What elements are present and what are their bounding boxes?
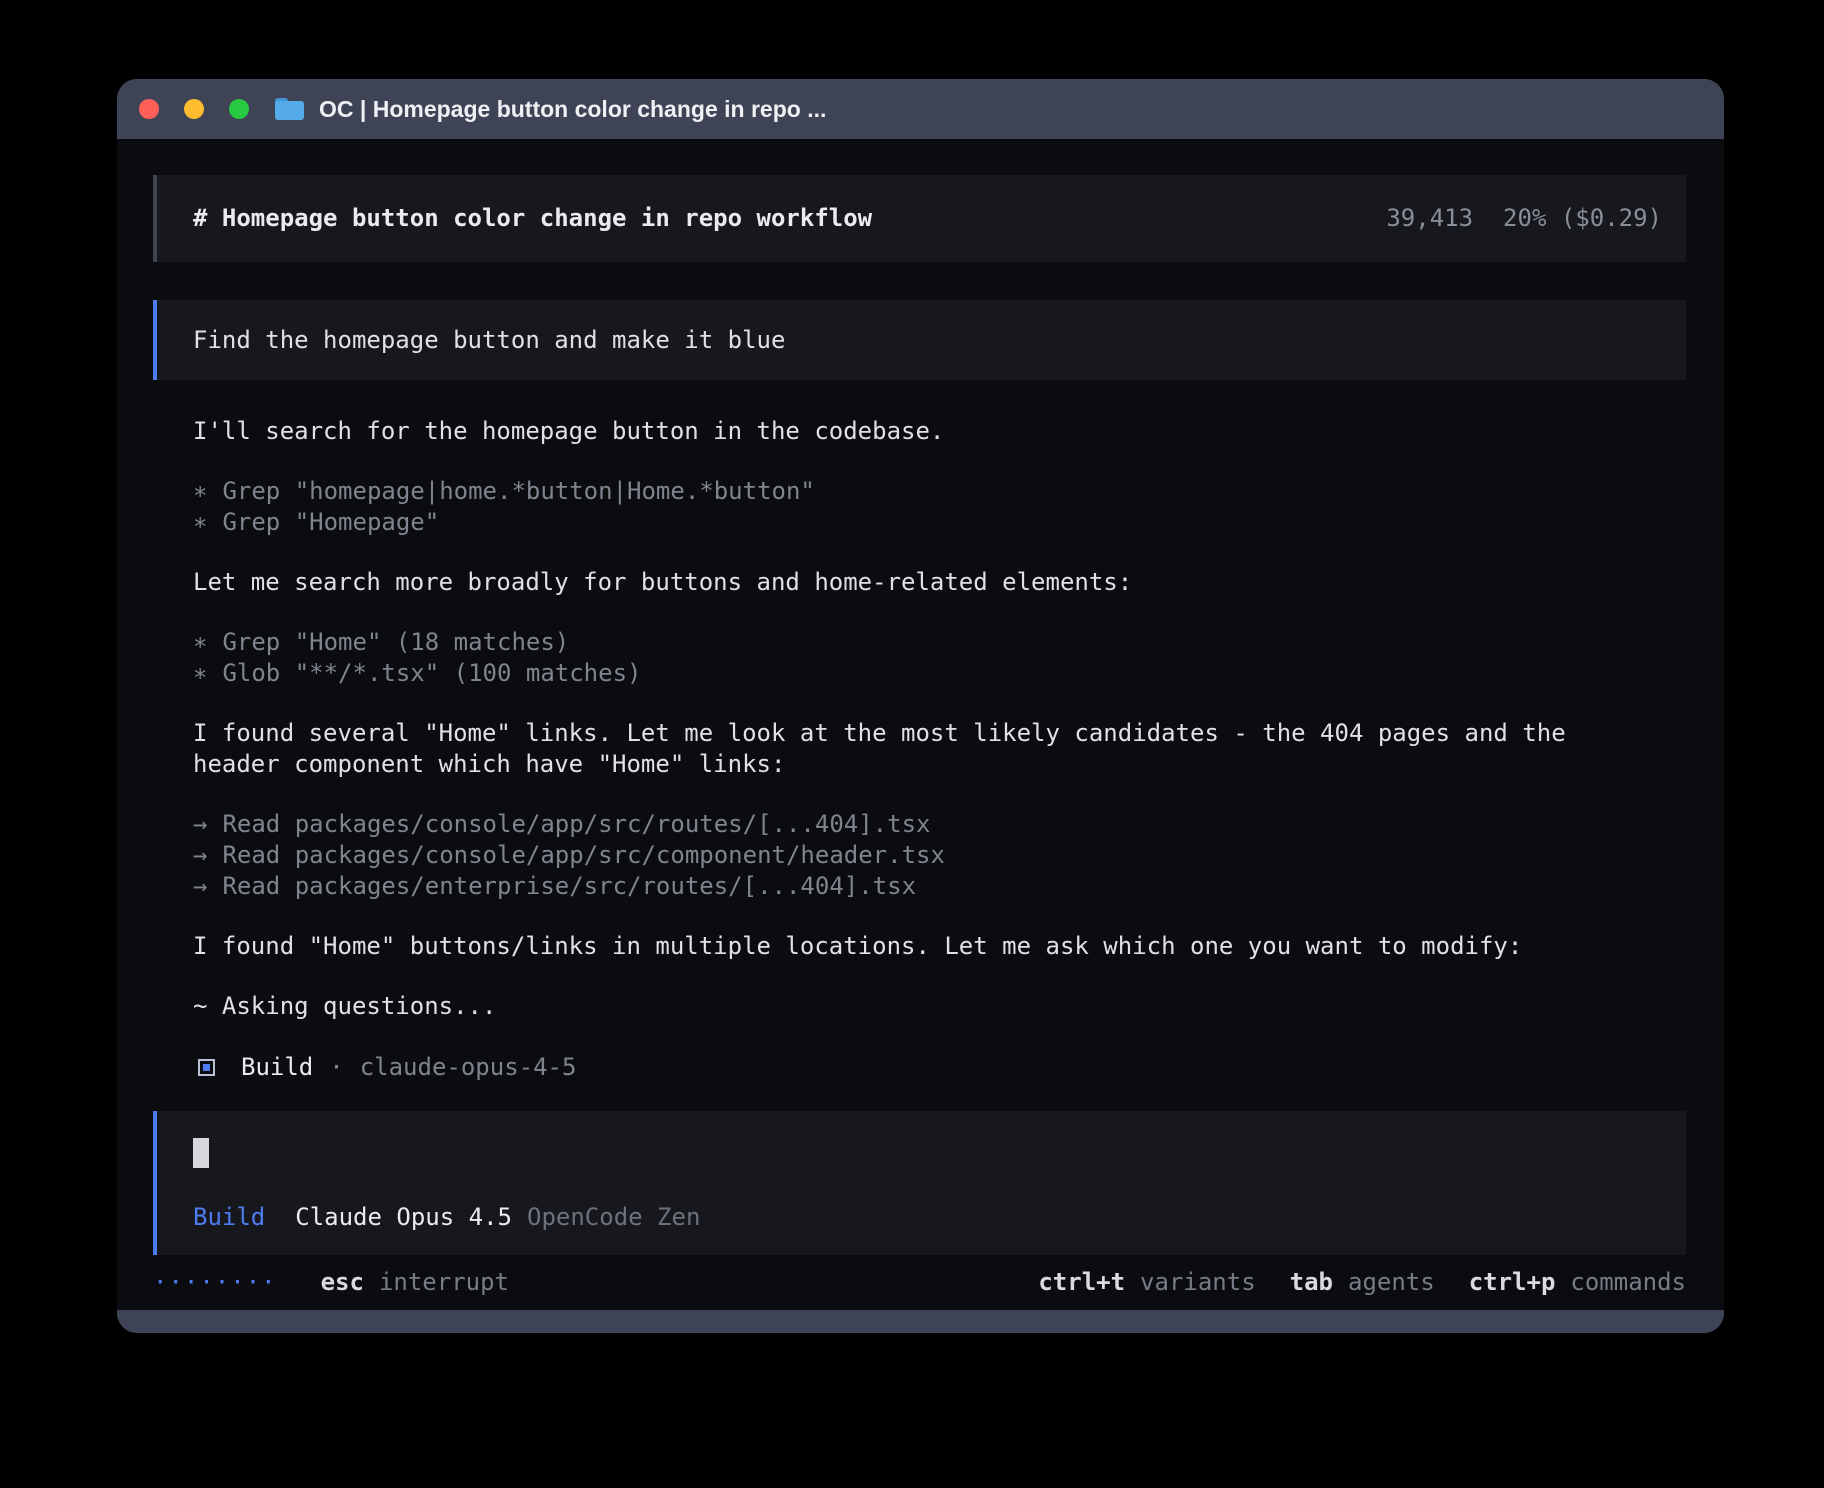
assistant-text: Let me search more broadly for buttons a… [153,567,1613,598]
shortcut-commands: ctrl+p commands [1469,1267,1686,1298]
esc-key-hint: esc [321,1267,364,1298]
context-cost: 20% ($0.29) [1503,203,1662,234]
tool-call-group: ∗ Grep "Home" (18 matches) ∗ Glob "**/*.ts… [153,627,1686,689]
tool-call-grep: ∗ Grep "homepage|home.*button|Home.*butto… [193,476,1686,507]
provider-name: OpenCode Zen [527,1202,700,1233]
tool-prefix: ∗ [193,477,207,505]
zoom-window-button[interactable] [229,99,249,119]
tool-prefix: ∗ [193,659,207,687]
session-stats: 39,413 20% ($0.29) [1386,203,1662,234]
input-line[interactable] [193,1137,1650,1168]
agent-name: Build [241,1052,313,1083]
spinner-dots: ········ [153,1267,277,1298]
tool-call-grep: ∗ Grep "Homepage" [193,507,1686,538]
tool-call-grep: ∗ Grep "Home" (18 matches) [193,627,1686,658]
arrow-icon: → [193,810,207,838]
shortcut-variants: ctrl+t variants [1038,1267,1255,1298]
window-title-area: OC | Homepage button color change in rep… [275,96,826,123]
status-bar-right: ctrl+t variants tab agents ctrl+p comman… [1038,1267,1686,1298]
assistant-intro-text: I'll search for the homepage button in t… [153,416,1613,447]
tool-call-label: Read packages/console/app/src/component/… [222,841,944,869]
input-status-row: Build Claude Opus 4.5 OpenCode Zen [193,1202,1650,1233]
tool-call-label: Read packages/enterprise/src/routes/[...… [222,872,916,900]
shortcut-agents: tab agents [1290,1267,1435,1298]
tool-call-label: Grep "homepage|home.*button|Home.*button… [222,477,814,505]
terminal-content: # Homepage button color change in repo w… [117,139,1724,1310]
tool-call-label: Grep "Home" (18 matches) [222,628,569,656]
tool-call-read: → Read packages/enterprise/src/routes/[..… [193,871,1686,902]
esc-key-label: interrupt [379,1267,509,1298]
status-bar: ········ esc interrupt ctrl+t variants t… [153,1267,1686,1298]
tool-call-glob: ∗ Glob "**/*.tsx" (100 matches) [193,658,1686,689]
user-message: Find the homepage button and make it blu… [153,300,1686,380]
window-title: OC | Homepage button color change in rep… [319,96,826,123]
tool-call-label: Glob "**/*.tsx" (100 matches) [222,659,641,687]
terminal-window: OC | Homepage button color change in rep… [117,79,1724,1333]
tool-call-read: → Read packages/console/app/src/routes/[.… [193,809,1686,840]
tool-call-label: Grep "Homepage" [222,508,439,536]
tool-call-label: Read packages/console/app/src/routes/[..… [222,810,930,838]
agent-build-icon [198,1059,215,1076]
token-count: 39,413 [1386,203,1473,234]
arrow-icon: → [193,841,207,869]
user-message-text: Find the homepage button and make it blu… [193,325,785,356]
window-controls [139,99,249,119]
tool-call-read: → Read packages/console/app/src/component… [193,840,1686,871]
session-header: # Homepage button color change in repo w… [153,175,1686,262]
shortcut-key: tab [1290,1267,1333,1298]
agent-mode-label[interactable]: Build [193,1202,265,1233]
tool-prefix: ∗ [193,628,207,656]
titlebar[interactable]: OC | Homepage button color change in rep… [117,79,1724,139]
tool-prefix: ∗ [193,508,207,536]
agent-model: claude-opus-4-5 [360,1052,577,1083]
tool-call-group: ∗ Grep "homepage|home.*button|Home.*butto… [153,476,1686,538]
model-name[interactable]: Claude Opus 4.5 [295,1202,512,1233]
close-window-button[interactable] [139,99,159,119]
shortcut-key: ctrl+p [1469,1267,1556,1298]
shortcut-label: agents [1348,1267,1435,1298]
folder-icon [275,98,304,120]
status-bar-left: ········ esc interrupt [153,1267,509,1298]
window-bottom-edge [117,1310,1724,1333]
separator-dot: · [329,1052,343,1083]
agent-chip: Build · claude-opus-4-5 [153,1052,1686,1083]
shortcut-key: ctrl+t [1038,1267,1125,1298]
assistant-text: I found several "Home" links. Let me loo… [153,718,1613,780]
shortcut-label: commands [1570,1267,1686,1298]
session-title: # Homepage button color change in repo w… [193,203,872,234]
text-cursor [193,1138,209,1168]
read-call-group: → Read packages/console/app/src/routes/[.… [153,809,1686,902]
arrow-icon: → [193,872,207,900]
assistant-text: I found "Home" buttons/links in multiple… [153,931,1613,962]
assistant-status-text: ~ Asking questions... [153,991,1686,1022]
prompt-input[interactable]: Build Claude Opus 4.5 OpenCode Zen [153,1111,1686,1255]
minimize-window-button[interactable] [184,99,204,119]
shortcut-label: variants [1140,1267,1256,1298]
